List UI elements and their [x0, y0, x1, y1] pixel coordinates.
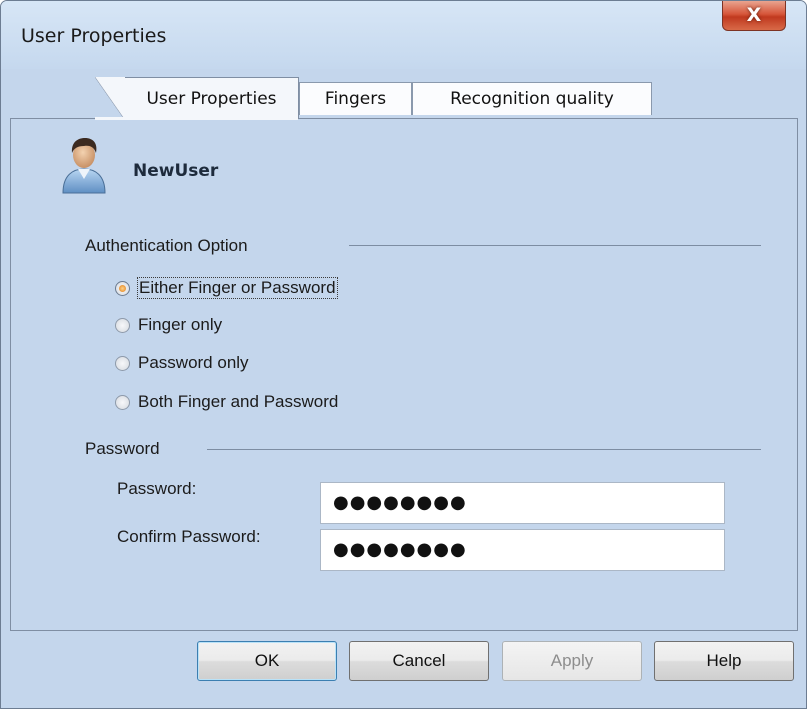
tab-recognition-quality[interactable]: Recognition quality	[412, 82, 652, 115]
radio-checked-icon	[115, 280, 130, 296]
password-group-label: Password	[85, 439, 160, 458]
title-bar[interactable]: User Properties X	[1, 1, 806, 69]
user-properties-panel: NewUser Authentication Option Either Fin…	[10, 118, 798, 631]
radio-either-finger-or-password[interactable]: Either Finger or Password	[115, 277, 338, 299]
help-button[interactable]: Help	[654, 641, 794, 681]
tab-label: Recognition quality	[450, 89, 614, 109]
radio-unchecked-icon	[115, 317, 130, 333]
radio-label: Both Finger and Password	[138, 392, 339, 411]
user-properties-dialog: User Properties X Recognition quality Fi…	[0, 0, 807, 709]
radio-label: Either Finger or Password	[137, 277, 338, 299]
confirm-password-label: Confirm Password:	[117, 527, 261, 546]
radio-label: Finger only	[138, 315, 223, 334]
close-button[interactable]: X	[722, 1, 786, 31]
password-group-divider	[207, 449, 761, 450]
user-avatar-icon	[62, 138, 106, 194]
dialog-client-area: Recognition quality Fingers User Propert…	[10, 69, 798, 699]
tab-label: Fingers	[324, 89, 387, 109]
authentication-group-label: Authentication Option	[85, 236, 248, 255]
radio-unchecked-icon	[115, 355, 130, 371]
radio-unchecked-icon	[115, 394, 130, 410]
active-tab-join	[95, 117, 298, 120]
password-field[interactable]: ●●●●●●●●	[320, 482, 725, 524]
radio-password-only[interactable]: Password only	[115, 353, 249, 373]
tab-fingers[interactable]: Fingers	[299, 82, 412, 115]
confirm-password-field[interactable]: ●●●●●●●●	[320, 529, 725, 571]
radio-both-finger-and-password[interactable]: Both Finger and Password	[115, 392, 338, 412]
tab-user-properties[interactable]: User Properties	[95, 77, 299, 120]
cancel-button[interactable]: Cancel	[349, 641, 489, 681]
radio-label: Password only	[138, 353, 249, 372]
password-label: Password:	[117, 479, 197, 498]
close-icon: X	[746, 4, 762, 26]
apply-button[interactable]: Apply	[502, 641, 642, 681]
authentication-group-divider	[349, 245, 761, 246]
ok-button[interactable]: OK	[197, 641, 337, 681]
window-title: User Properties	[21, 25, 167, 47]
tab-label: User Properties	[146, 88, 277, 109]
user-name: NewUser	[133, 161, 219, 181]
radio-finger-only[interactable]: Finger only	[115, 315, 222, 335]
